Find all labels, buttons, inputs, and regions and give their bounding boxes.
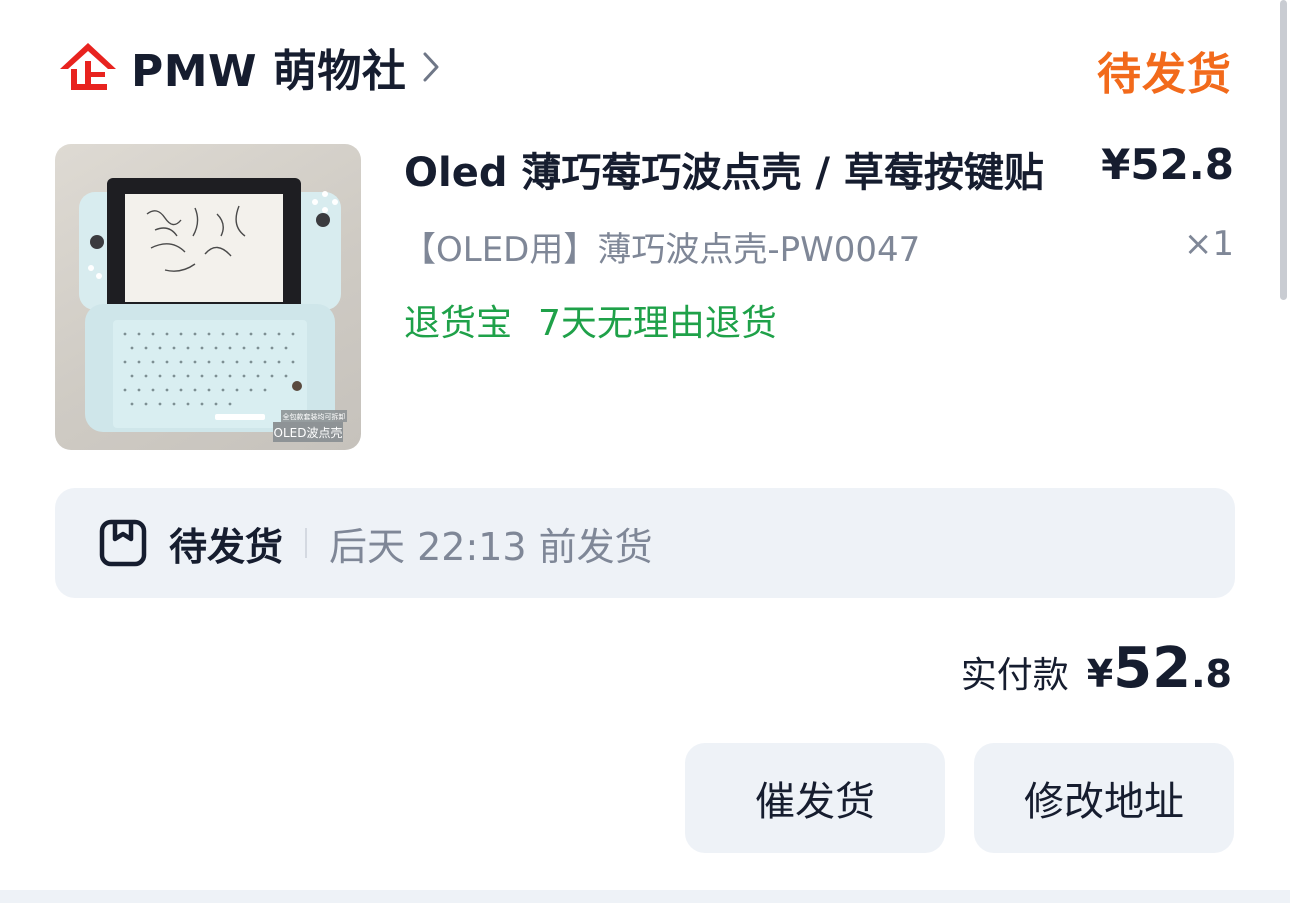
product-variant: 【OLED用】薄巧波点壳-PW0047 — [402, 230, 921, 270]
shipping-status: 待发货 — [169, 524, 284, 569]
seven-day-return-tag: 7天无理由退货 — [538, 303, 777, 344]
amount-decimal: .8 — [1191, 652, 1232, 696]
return-insurance-tag: 退货宝 — [404, 303, 513, 344]
product-quantity: ×1 — [1183, 224, 1234, 264]
product-price: ¥52.8 — [1101, 140, 1234, 189]
paid-amount-row: 实付款 ¥ 52 .8 — [961, 636, 1232, 701]
shipping-info[interactable]: 待发货 后天 22:13 前发货 — [55, 488, 1235, 598]
order-status: 待发货 — [1097, 49, 1232, 100]
paid-amount: ¥ 52 .8 — [1087, 636, 1232, 701]
order-card: PMW 萌物社 待发货 全包款套装均可拆卸 OLED波点壳 Oled 薄巧莓巧波… — [0, 0, 1290, 890]
paid-label: 实付款 — [960, 655, 1069, 696]
shop-header[interactable]: PMW 萌物社 — [55, 36, 442, 98]
amount-integer: 52 — [1113, 636, 1192, 701]
change-address-button[interactable]: 修改地址 — [974, 743, 1234, 853]
scrollbar-thumb[interactable] — [1280, 0, 1287, 300]
currency-symbol: ¥ — [1086, 652, 1114, 696]
chevron-right-icon — [422, 50, 442, 84]
scrollbar[interactable] — [1276, 0, 1290, 320]
shop-name: PMW 萌物社 — [131, 46, 407, 97]
urge-shipment-button[interactable]: 催发货 — [685, 743, 945, 853]
return-tags: 退货宝 7天无理由退货 — [404, 294, 777, 346]
divider — [305, 528, 308, 558]
product-thumbnail[interactable]: 全包款套装均可拆卸 OLED波点壳 — [55, 144, 361, 450]
shipping-deadline: 后天 22:13 前发货 — [329, 524, 653, 569]
package-box-icon — [97, 517, 149, 569]
product-title[interactable]: Oled 薄巧莓巧波点壳 / 草莓按键贴 — [404, 140, 1044, 198]
enterprise-shop-icon — [55, 38, 121, 96]
thumbnail-caption: OLED波点壳 — [274, 426, 343, 440]
thumbnail-small-text: 全包款套装均可拆卸 — [283, 412, 346, 421]
